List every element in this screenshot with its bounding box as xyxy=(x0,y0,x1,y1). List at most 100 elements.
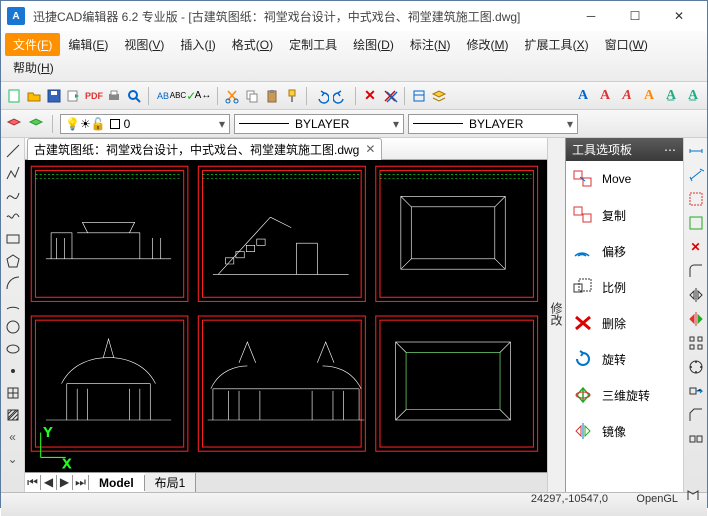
freehand-tool-icon[interactable] xyxy=(4,208,22,226)
close-button[interactable]: ✕ xyxy=(657,2,701,30)
separator xyxy=(217,87,218,105)
export-icon[interactable] xyxy=(65,87,83,105)
layer-prev-icon[interactable] xyxy=(27,115,45,133)
menu-file[interactable]: 文件(F) xyxy=(5,33,60,56)
drawing-viewport[interactable]: Y X xyxy=(25,160,547,472)
vstrip-modify[interactable]: 修改 xyxy=(548,302,565,326)
dim-aligned-icon[interactable] xyxy=(687,166,705,184)
menu-window[interactable]: 窗口(W) xyxy=(597,33,656,56)
undo-icon[interactable] xyxy=(312,87,330,105)
new-icon[interactable] xyxy=(5,87,23,105)
properties-icon[interactable] xyxy=(410,87,428,105)
palette-item-label: 镜像 xyxy=(602,423,626,440)
palette-item-rotate3d[interactable]: 三维旋转 xyxy=(566,377,683,413)
menu-edit[interactable]: 编辑(E) xyxy=(60,33,116,56)
hatch-tool-icon[interactable] xyxy=(4,406,22,424)
menu-annotation[interactable]: 标注(N) xyxy=(402,33,459,56)
menu-view[interactable]: 视图(V) xyxy=(116,33,172,56)
point-tool-icon[interactable] xyxy=(4,362,22,380)
polyline-tool-icon[interactable] xyxy=(4,164,22,182)
palette-item-move[interactable]: Move xyxy=(566,161,683,197)
document-tab[interactable]: 古建筑图纸：祠堂戏台设计，中式戏台、祠堂建筑施工图.dwg ✕ xyxy=(27,138,382,160)
line-tool-icon[interactable] xyxy=(4,142,22,160)
mirror3d-icon[interactable] xyxy=(687,310,705,328)
tab-layout1[interactable]: 布局1 xyxy=(145,473,197,492)
block-tool-icon[interactable] xyxy=(4,384,22,402)
tab-model[interactable]: Model xyxy=(89,475,145,491)
arc-tool-icon[interactable] xyxy=(4,274,22,292)
rect-tool-icon[interactable] xyxy=(4,230,22,248)
copy-icon[interactable] xyxy=(243,87,261,105)
menu-draw[interactable]: 绘图(D) xyxy=(345,33,402,56)
palette-item-scale[interactable]: 比例 xyxy=(566,269,683,305)
font-style-a2-icon[interactable]: A xyxy=(595,88,615,104)
replace-icon[interactable]: A↔ xyxy=(194,87,212,105)
erase-icon[interactable]: ✕ xyxy=(687,238,705,256)
font-style-a1-icon[interactable]: A xyxy=(573,88,593,104)
next-tab-icon[interactable]: ▶ xyxy=(57,475,73,490)
arc2-tool-icon[interactable] xyxy=(4,296,22,314)
open-icon[interactable] xyxy=(25,87,43,105)
status-ucs-icon[interactable] xyxy=(686,488,700,505)
save-icon[interactable] xyxy=(45,87,63,105)
menu-insert[interactable]: 插入(I) xyxy=(172,33,223,56)
extend-icon[interactable] xyxy=(687,214,705,232)
polygon-tool-icon[interactable] xyxy=(4,252,22,270)
tool-palette-header[interactable]: 工具选项板 ⋯ xyxy=(566,138,683,161)
layer-combo[interactable]: 💡 ☀ 🔓 0 ▾ xyxy=(60,114,230,134)
menu-format[interactable]: 格式(O) xyxy=(224,33,281,56)
menu-help[interactable]: 帮助(H) xyxy=(5,56,62,79)
print-preview-icon[interactable] xyxy=(125,87,143,105)
delete-icon[interactable]: ✕ xyxy=(361,87,379,105)
menu-ext-tools[interactable]: 扩展工具(X) xyxy=(517,33,597,56)
spellcheck-icon[interactable]: ABC✓ xyxy=(174,87,192,105)
format-painter-icon[interactable] xyxy=(283,87,301,105)
menu-custom-tools[interactable]: 定制工具 xyxy=(281,33,345,56)
maximize-button[interactable]: ☐ xyxy=(613,2,657,30)
minimize-button[interactable]: ─ xyxy=(569,2,613,30)
palette-item-rotate[interactable]: 旋转 xyxy=(566,341,683,377)
array-icon[interactable] xyxy=(687,334,705,352)
panel-menu-icon[interactable]: ⋯ xyxy=(664,143,677,157)
separator xyxy=(306,87,307,105)
fillet-icon[interactable] xyxy=(687,262,705,280)
palette-item-copy[interactable]: 复制 xyxy=(566,197,683,233)
more-draw-icon[interactable]: ⌄ xyxy=(4,450,22,468)
rotate3d-icon xyxy=(572,385,594,405)
palette-item-offset[interactable]: 偏移 xyxy=(566,233,683,269)
last-tab-icon[interactable]: ⏭ xyxy=(73,475,89,490)
prev-tab-icon[interactable]: ◀ xyxy=(41,475,57,490)
font-style-a3-icon[interactable]: A xyxy=(617,88,637,104)
font-style-a4-icon[interactable]: A xyxy=(639,88,659,104)
palette-item-mirror[interactable]: 镜像 xyxy=(566,413,683,449)
mirror-icon[interactable] xyxy=(687,286,705,304)
chamfer-icon[interactable] xyxy=(687,406,705,424)
line-sample xyxy=(413,123,463,124)
trim-icon[interactable] xyxy=(687,190,705,208)
circle-tool-icon[interactable] xyxy=(4,318,22,336)
lock-icon: 🔓 xyxy=(91,117,106,131)
dim-linear-icon[interactable] xyxy=(687,142,705,160)
pdf-icon[interactable]: PDF xyxy=(85,87,103,105)
redo-icon[interactable] xyxy=(332,87,350,105)
cut-icon[interactable] xyxy=(223,87,241,105)
menu-modify[interactable]: 修改(M) xyxy=(459,33,517,56)
layer-props-icon[interactable] xyxy=(5,115,23,133)
font-style-a5-icon[interactable]: A̲ xyxy=(661,88,681,104)
collapse-icon[interactable]: « xyxy=(4,428,22,446)
palette-item-delete[interactable]: 删除 xyxy=(566,305,683,341)
linetype-combo[interactable]: BYLAYER ▾ xyxy=(234,114,404,134)
lineweight-combo[interactable]: BYLAYER ▾ xyxy=(408,114,578,134)
print-icon[interactable] xyxy=(105,87,123,105)
first-tab-icon[interactable]: ⏮ xyxy=(25,475,41,490)
ellipse-tool-icon[interactable] xyxy=(4,340,22,358)
layers-icon[interactable] xyxy=(430,87,448,105)
close-tab-icon[interactable]: ✕ xyxy=(365,142,375,156)
break-icon[interactable] xyxy=(687,430,705,448)
array-polar-icon[interactable] xyxy=(687,358,705,376)
delete-dup-icon[interactable] xyxy=(381,87,399,105)
paste-icon[interactable] xyxy=(263,87,281,105)
stretch-icon[interactable] xyxy=(687,382,705,400)
font-style-a6-icon[interactable]: A̲ xyxy=(683,88,703,104)
spline-tool-icon[interactable] xyxy=(4,186,22,204)
